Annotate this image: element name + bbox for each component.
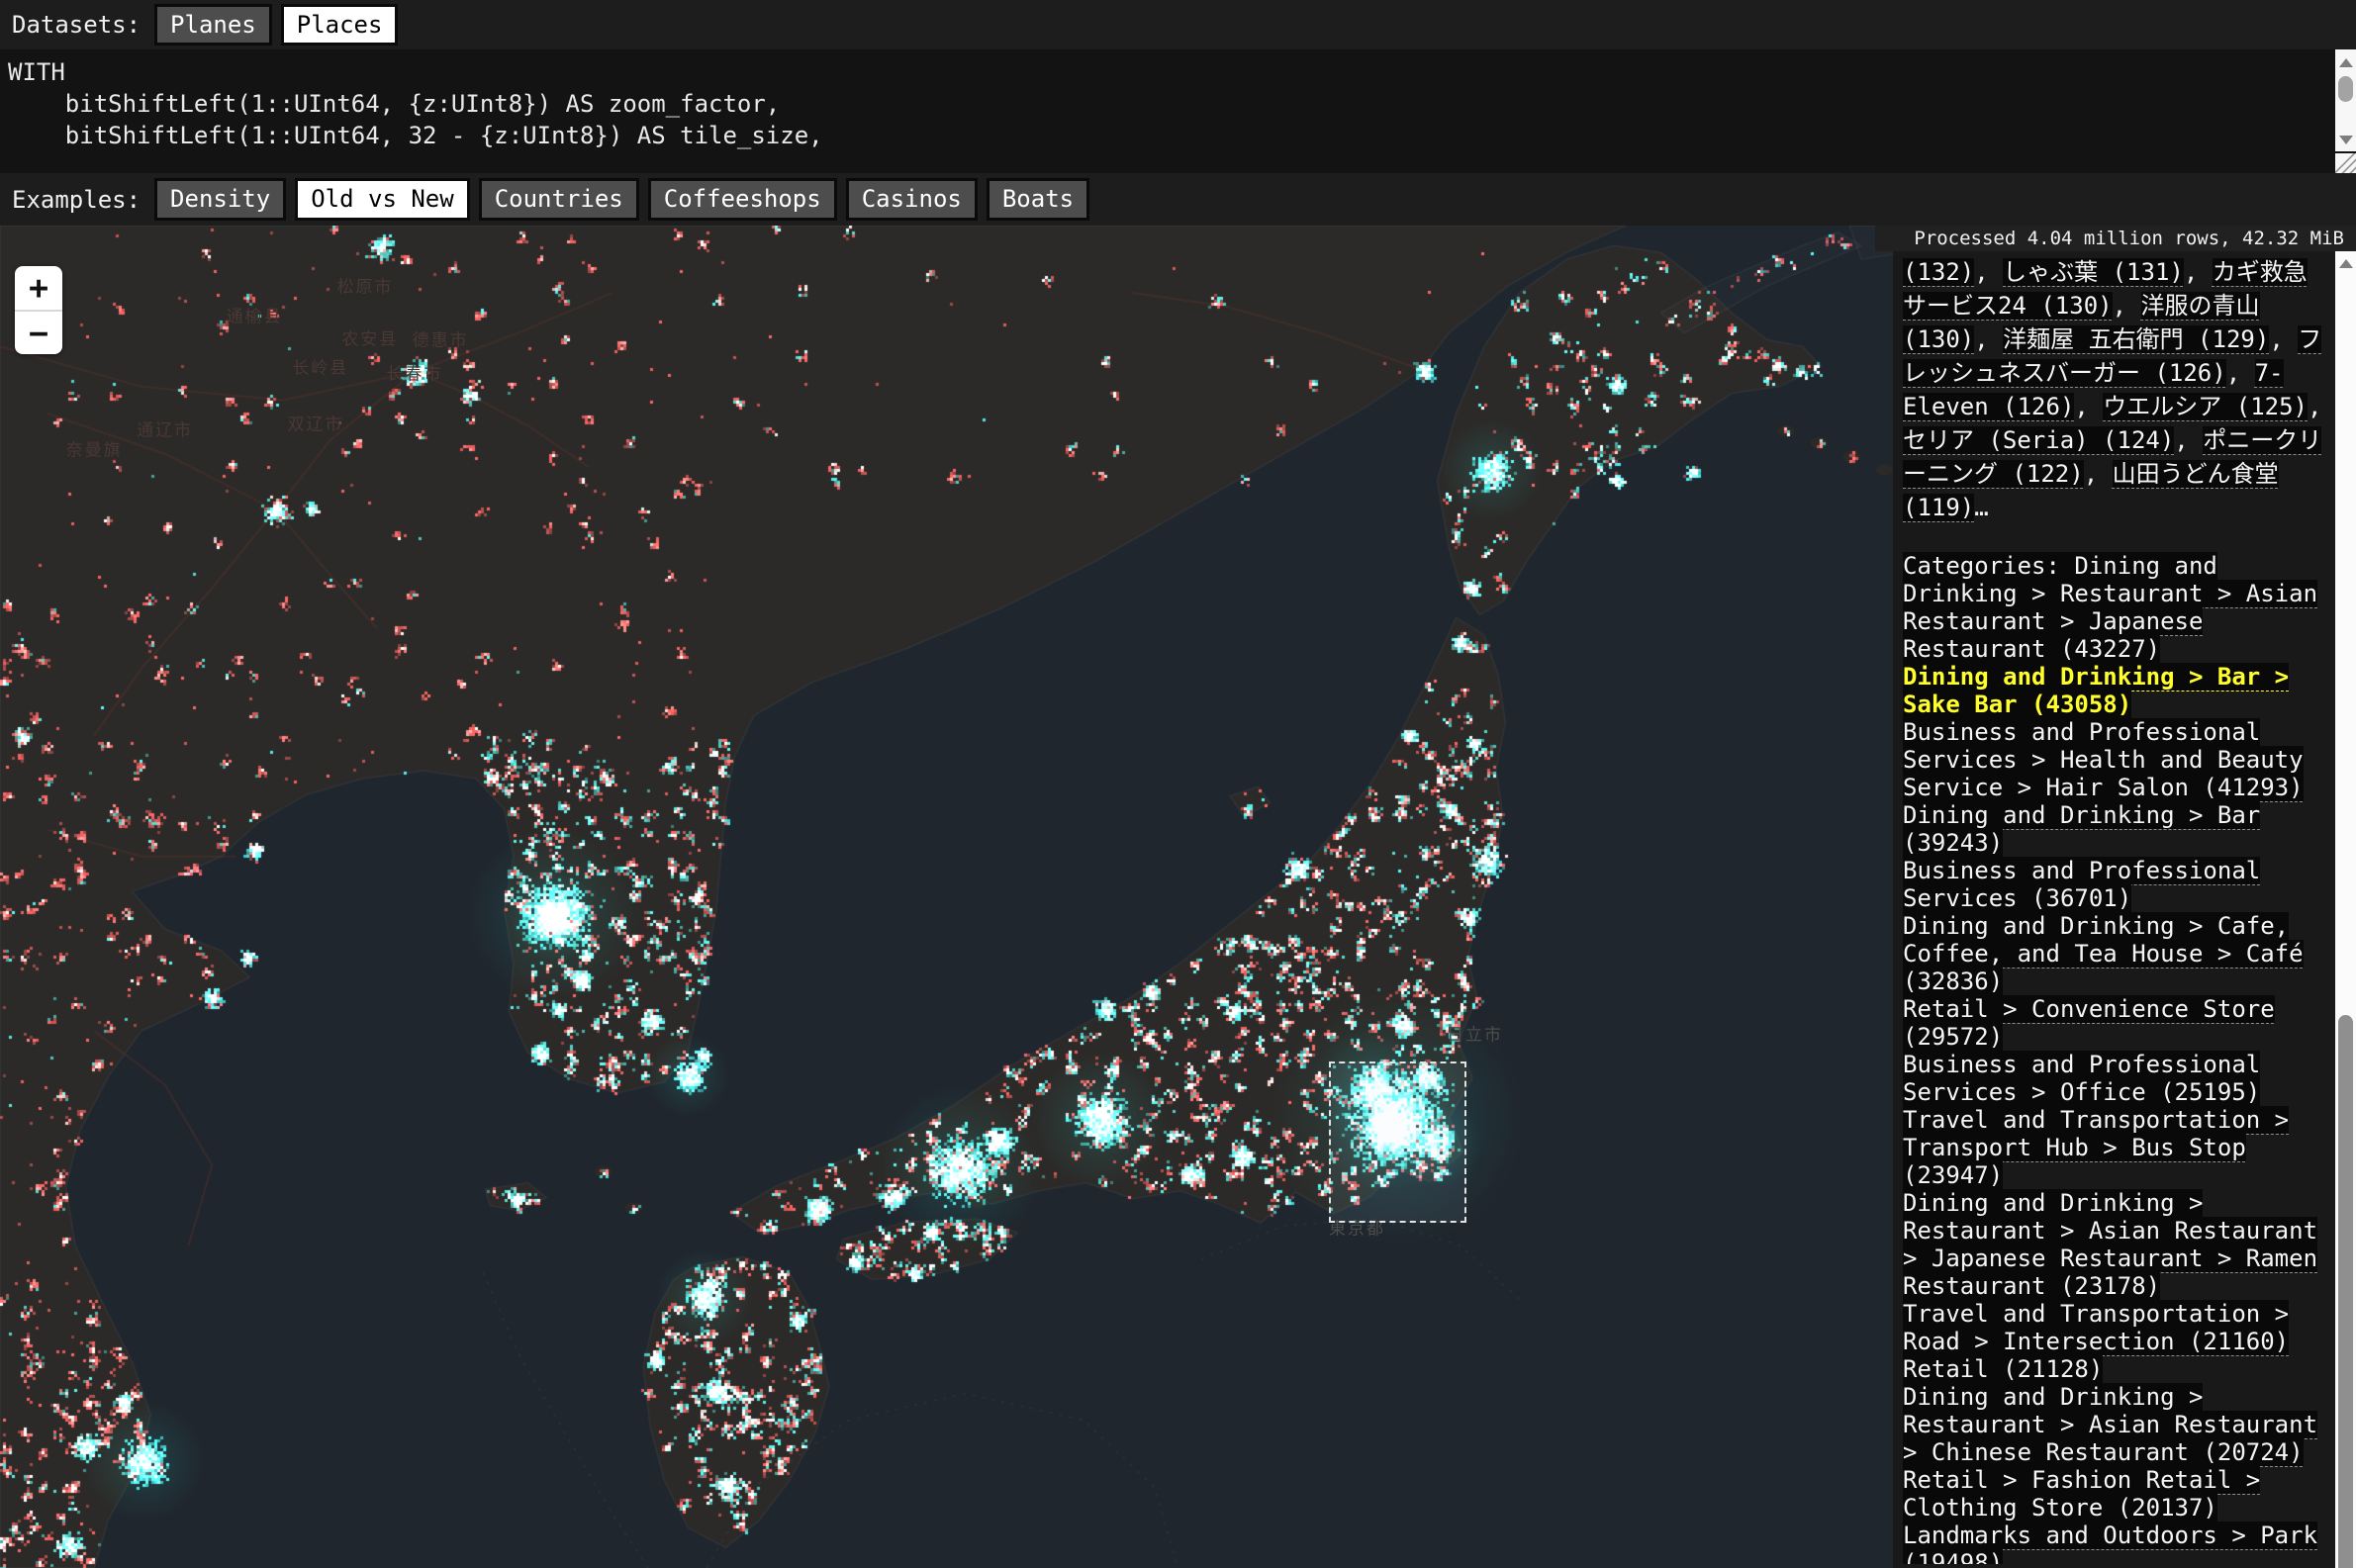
scroll-down-icon[interactable] — [2339, 136, 2353, 144]
examples-bar: Examples: DensityOld vs NewCountriesCoff… — [0, 173, 2356, 226]
category-link[interactable]: Travel and Transportation > Road > Inter… — [1903, 1300, 2289, 1355]
map-place-label: 农安县 — [341, 324, 398, 349]
categories-label: Categories: — [1903, 552, 2074, 580]
category-link[interactable]: Retail (21128) — [1903, 1355, 2103, 1383]
chain-link[interactable]: ウエルシア (125) — [2103, 393, 2308, 420]
category-link[interactable]: Dining and Drinking > Bar > Sake Bar (43… — [1903, 663, 2289, 718]
sidebar-scrollbar[interactable] — [2335, 251, 2356, 1568]
map-place-label: 长岭县 — [292, 354, 348, 379]
map-place-label: 德惠市 — [413, 325, 469, 350]
category-link[interactable]: Business and Professional Services > Hea… — [1903, 718, 2304, 801]
category-link[interactable]: Business and Professional Services (3670… — [1903, 857, 2260, 912]
category-link[interactable]: Travel and Transportation > Transport Hu… — [1903, 1106, 2289, 1189]
chain-link[interactable]: しゃぶ葉 (131) — [2003, 258, 2184, 286]
category-row: Retail > Convenience Store (29572) — [1903, 995, 2322, 1051]
example-button-old-vs-new[interactable]: Old vs New — [295, 178, 470, 221]
example-button-coffeeshops[interactable]: Coffeeshops — [648, 178, 837, 221]
category-row: Retail (21128) — [1903, 1355, 2322, 1383]
scroll-up-icon[interactable] — [2339, 259, 2353, 268]
category-link[interactable]: Dining and Drinking > Cafe, Coffee, and … — [1903, 912, 2304, 995]
category-row: Categories: Dining and Drinking > Restau… — [1903, 552, 2322, 663]
category-link[interactable]: Dining and Drinking > Restaurant > Asian… — [1903, 1383, 2317, 1466]
dataset-button-planes[interactable]: Planes — [154, 4, 272, 46]
example-button-countries[interactable]: Countries — [479, 178, 639, 221]
datasets-buttons: PlanesPlaces — [154, 4, 407, 46]
scroll-up-icon[interactable] — [2339, 58, 2353, 67]
example-button-casinos[interactable]: Casinos — [846, 178, 978, 221]
category-row: Dining and Drinking > Bar > Sake Bar (43… — [1903, 663, 2322, 718]
dataset-button-places[interactable]: Places — [281, 4, 399, 46]
status-bar: Processed 4.04 million rows, 42.32 MiB — [1875, 226, 2356, 251]
datasets-bar: Datasets: PlanesPlaces — [0, 0, 2356, 49]
category-link[interactable]: Retail > Convenience Store (29572) — [1903, 995, 2275, 1051]
category-link[interactable]: Retail > Fashion Retail > Clothing Store… — [1903, 1466, 2260, 1522]
results-panel: (132), しゃぶ葉 (131), カギ救急サービス24 (130), 洋服の… — [1893, 251, 2356, 1568]
map-place-label: 松原市 — [337, 272, 394, 297]
map-place-label: 通榆县 — [227, 302, 283, 326]
category-row: Dining and Drinking > Bar (39243) — [1903, 801, 2322, 857]
sidebar-scrollbar-thumb[interactable] — [2338, 1015, 2353, 1568]
map-place-label: 奈曼旗 — [66, 436, 123, 461]
datasets-label: Datasets: — [12, 11, 141, 39]
category-row: Business and Professional Services > Off… — [1903, 1051, 2322, 1106]
sql-editor[interactable]: WITH bitShiftLeft(1::UInt64, {z:UInt8}) … — [0, 49, 2356, 173]
example-button-density[interactable]: Density — [154, 178, 286, 221]
example-button-boats[interactable]: Boats — [987, 178, 1089, 221]
sql-code[interactable]: WITH bitShiftLeft(1::UInt64, {z:UInt8}) … — [0, 49, 2356, 173]
category-row: Retail > Fashion Retail > Clothing Store… — [1903, 1466, 2322, 1522]
chain-link[interactable]: 洋麺屋 五右衛門 (129) — [2003, 325, 2269, 353]
category-link[interactable]: Dining and Drinking > Restaurant > Asian… — [1903, 1189, 2317, 1300]
status-text: Processed 4.04 million rows, 42.32 MiB — [1914, 228, 2356, 249]
editor-scrollbar-thumb[interactable] — [2338, 76, 2353, 102]
categories-list: Categories: Dining and Drinking > Restau… — [1903, 552, 2322, 1564]
map-place-label: 双辽市 — [288, 411, 344, 435]
category-row: Business and Professional Services (3670… — [1903, 857, 2322, 912]
zoom-in-button[interactable]: + — [15, 266, 62, 312]
results-content: (132), しゃぶ葉 (131), カギ救急サービス24 (130), 洋服の… — [1903, 255, 2322, 1564]
category-link[interactable]: Business and Professional Services > Off… — [1903, 1051, 2260, 1106]
chain-link[interactable]: セリア (Seria) (124) — [1903, 426, 2174, 454]
category-row: Dining and Drinking > Restaurant > Asian… — [1903, 1189, 2322, 1300]
examples-buttons: DensityOld vs NewCountriesCoffeeshopsCas… — [154, 178, 1098, 221]
category-row: Business and Professional Services > Hea… — [1903, 718, 2322, 801]
top-chains-list: (132), しゃぶ葉 (131), カギ救急サービス24 (130), 洋服の… — [1903, 255, 2322, 524]
editor-scrollbar[interactable] — [2335, 49, 2356, 151]
category-row: Dining and Drinking > Cafe, Coffee, and … — [1903, 912, 2322, 995]
resize-grip-icon[interactable] — [2335, 153, 2356, 173]
examples-label: Examples: — [12, 186, 141, 214]
map-place-label: 日立市 — [1447, 1020, 1503, 1045]
category-link[interactable]: Dining and Drinking > Bar (39243) — [1903, 801, 2260, 857]
category-row: Landmarks and Outdoors > Park (19498) — [1903, 1522, 2322, 1564]
category-row: Travel and Transportation > Transport Hu… — [1903, 1106, 2322, 1189]
zoom-out-button[interactable]: − — [15, 312, 62, 355]
map-place-label: 长春市 — [387, 359, 443, 384]
chain-link[interactable]: (132) — [1903, 258, 1974, 286]
category-row: Dining and Drinking > Restaurant > Asian… — [1903, 1383, 2322, 1466]
category-row: Travel and Transportation > Road > Inter… — [1903, 1300, 2322, 1355]
map-place-label: 通辽市 — [137, 415, 193, 440]
category-link[interactable]: Landmarks and Outdoors > Park (19498) — [1903, 1522, 2317, 1564]
map-selection-box[interactable] — [1329, 1061, 1466, 1223]
zoom-control: + − — [15, 266, 62, 354]
